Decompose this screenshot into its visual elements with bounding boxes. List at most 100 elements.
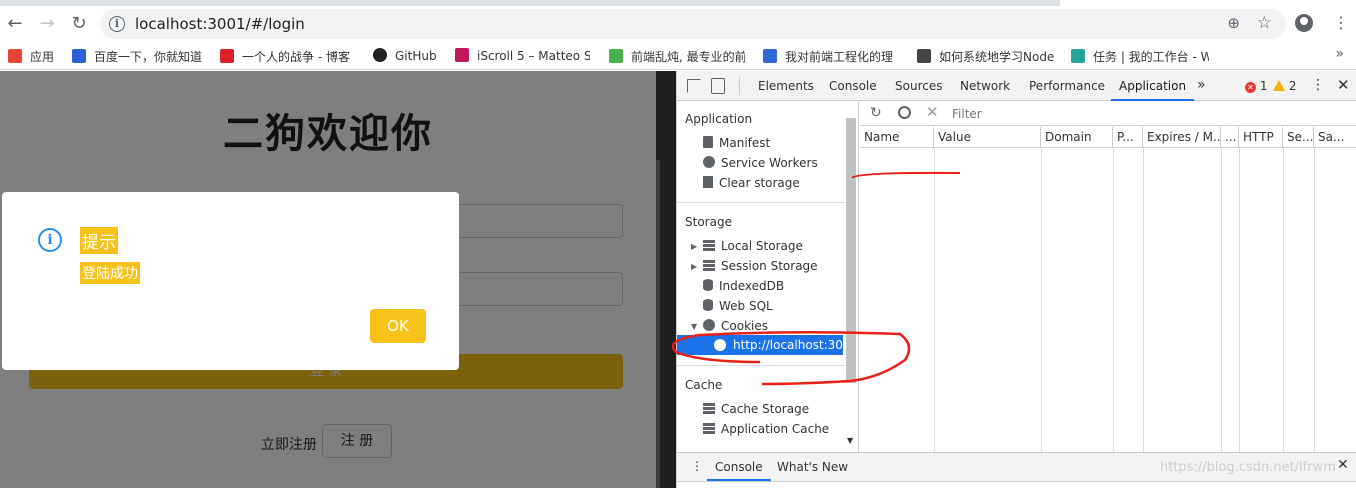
- back-icon[interactable]: ←: [4, 13, 26, 35]
- dialog-message: 登陆成功: [80, 262, 140, 284]
- sidebar-item-indexeddb[interactable]: IndexedDB: [703, 279, 784, 293]
- sidebar-header-application: Application: [685, 112, 753, 126]
- reload-icon[interactable]: ↻: [68, 13, 90, 35]
- zoom-icon[interactable]: ⊕: [1227, 14, 1240, 32]
- github-icon: [373, 48, 387, 62]
- site-info-icon[interactable]: i: [109, 16, 125, 32]
- profile-avatar-icon[interactable]: [1295, 14, 1313, 32]
- column-header-size[interactable]: ...: [1221, 127, 1239, 148]
- browser-toolbar: ← → ↻ i localhost:3001/#/login ⊕ ☆ ⋮: [0, 6, 1356, 42]
- column-header-value[interactable]: Value: [934, 127, 1041, 148]
- bookmarks-more-icon[interactable]: »: [1335, 46, 1344, 62]
- tab-network[interactable]: Network: [952, 71, 1018, 101]
- warning-count-text: 2: [1288, 79, 1297, 93]
- segmentfault-icon: [917, 49, 931, 63]
- bookmark-label: 前端乱炖, 最专业的前: [631, 50, 745, 64]
- bookmark-item[interactable]: 应用: [8, 48, 54, 64]
- url-text[interactable]: localhost:3001/#/login: [135, 15, 305, 33]
- warning-icon: [1273, 80, 1285, 91]
- sidebar-item-manifest[interactable]: Manifest: [703, 136, 770, 150]
- sidebar-item-web-sql[interactable]: Web SQL: [703, 299, 773, 313]
- device-toolbar-icon[interactable]: [711, 78, 725, 94]
- sidebar-item-session-storage[interactable]: Session Storage: [703, 259, 818, 273]
- bookmark-item[interactable]: GitHub: [373, 48, 437, 64]
- document-icon: [703, 136, 713, 148]
- error-count[interactable]: ✕ 1: [1245, 79, 1267, 93]
- sidebar-item-local-storage[interactable]: Local Storage: [703, 239, 803, 253]
- error-icon: ✕: [1245, 82, 1256, 93]
- warning-count[interactable]: 2: [1273, 79, 1296, 93]
- browser-menu-icon[interactable]: ⋮: [1333, 12, 1349, 34]
- sidebar-item-cache-storage[interactable]: Cache Storage: [703, 402, 809, 416]
- gear-icon: [703, 156, 715, 168]
- refresh-icon[interactable]: ↻: [870, 105, 882, 121]
- sidebar-item-cookie-origin[interactable]: http://localhost:3001: [677, 335, 858, 355]
- forward-icon[interactable]: →: [36, 13, 58, 35]
- devtools-panel: Elements Console Sources Network Perform…: [676, 71, 1356, 488]
- sidebar-item-application-cache[interactable]: Application Cache: [703, 422, 829, 436]
- sidebar-item-service-workers[interactable]: Service Workers: [703, 156, 818, 170]
- expand-arrow-icon[interactable]: ▶: [691, 262, 697, 271]
- bookmark-item[interactable]: 百度一下，你就知道: [72, 48, 202, 64]
- bookmark-item[interactable]: 如何系统地学习Node: [917, 48, 1054, 64]
- application-sidebar: Application Manifest Service Workers Cle…: [677, 102, 859, 452]
- close-drawer-icon[interactable]: ✕: [1337, 457, 1349, 473]
- info-icon: i: [38, 228, 62, 252]
- address-bar[interactable]: i localhost:3001/#/login ⊕ ☆: [100, 9, 1286, 39]
- sidebar-header-storage: Storage: [685, 215, 732, 229]
- tab-sources[interactable]: Sources: [887, 71, 950, 101]
- column-header-secure[interactable]: Se...: [1283, 127, 1314, 148]
- bookmark-item[interactable]: 前端乱炖, 最专业的前: [609, 48, 745, 64]
- tab-performance[interactable]: Performance: [1021, 71, 1113, 101]
- tab-console[interactable]: Console: [821, 71, 885, 101]
- inspect-element-icon[interactable]: [687, 79, 701, 93]
- bookmark-star-icon[interactable]: ☆: [1257, 13, 1272, 33]
- column-header-samesite[interactable]: Sa...: [1314, 127, 1356, 148]
- drawer-tab-console[interactable]: Console: [707, 453, 771, 481]
- block-icon[interactable]: [898, 106, 911, 119]
- bookmark-label: 我对前端工程化的理: [785, 50, 894, 64]
- baidu-icon: [72, 49, 86, 63]
- bookmark-label: iScroll 5 – Matteo S: [477, 49, 590, 63]
- column-header-expires[interactable]: Expires / M...: [1143, 127, 1221, 148]
- more-tabs-icon[interactable]: »: [1197, 77, 1206, 93]
- sidebar-item-cookies[interactable]: Cookies: [703, 319, 768, 333]
- tab-application[interactable]: Application: [1111, 71, 1195, 101]
- bookmark-item[interactable]: 我对前端工程化的理: [763, 48, 900, 64]
- column-header-http[interactable]: HTTP: [1239, 127, 1283, 148]
- page-edge: [656, 71, 676, 488]
- sidebar-scrollbar[interactable]: [846, 118, 856, 383]
- sidebar-header-cache: Cache: [685, 378, 723, 392]
- bookmark-item[interactable]: 一个人的战争 - 博客: [220, 48, 355, 64]
- bookmark-label: 百度一下，你就知道: [94, 50, 203, 64]
- worktile-icon: [1071, 49, 1085, 63]
- bookmark-label: GitHub: [395, 49, 437, 63]
- tab-elements[interactable]: Elements: [750, 71, 822, 101]
- scroll-down-arrow-icon[interactable]: ▼: [847, 436, 853, 445]
- drawer-menu-icon[interactable]: ⋮: [691, 459, 703, 473]
- close-devtools-icon[interactable]: ✕: [1337, 76, 1350, 94]
- grid-icon: [703, 402, 715, 414]
- bookmark-item[interactable]: 任务 | 我的工作台 - W: [1071, 48, 1209, 64]
- column-header-name[interactable]: Name: [860, 127, 934, 148]
- cookies-table-panel: ↻ ✕ Name Value Domain P... Expires / M..…: [860, 102, 1356, 452]
- cookie-icon: [703, 319, 715, 331]
- bookmark-item[interactable]: iScroll 5 – Matteo S: [455, 48, 590, 64]
- dialog-title: 提示: [80, 227, 118, 254]
- column-header-domain[interactable]: Domain: [1041, 127, 1113, 148]
- drawer-tab-whats-new[interactable]: What's New: [769, 453, 856, 481]
- devtools-menu-icon[interactable]: ⋮: [1311, 77, 1325, 93]
- ok-button[interactable]: OK: [370, 309, 426, 343]
- clear-icon[interactable]: ✕: [926, 103, 939, 121]
- cookie-icon: [714, 339, 726, 351]
- cookies-toolbar: ↻ ✕: [860, 102, 1356, 126]
- iscroll-icon: [455, 48, 469, 62]
- expand-arrow-icon[interactable]: ▶: [691, 242, 697, 251]
- qianduan-icon: [609, 49, 623, 63]
- filter-input[interactable]: [948, 104, 1184, 124]
- collapse-arrow-icon[interactable]: ▼: [691, 322, 697, 331]
- apps-grid-icon: [8, 49, 22, 63]
- column-header-path[interactable]: P...: [1113, 127, 1143, 148]
- grid-icon: [703, 259, 715, 271]
- sidebar-item-clear-storage[interactable]: Clear storage: [703, 176, 800, 190]
